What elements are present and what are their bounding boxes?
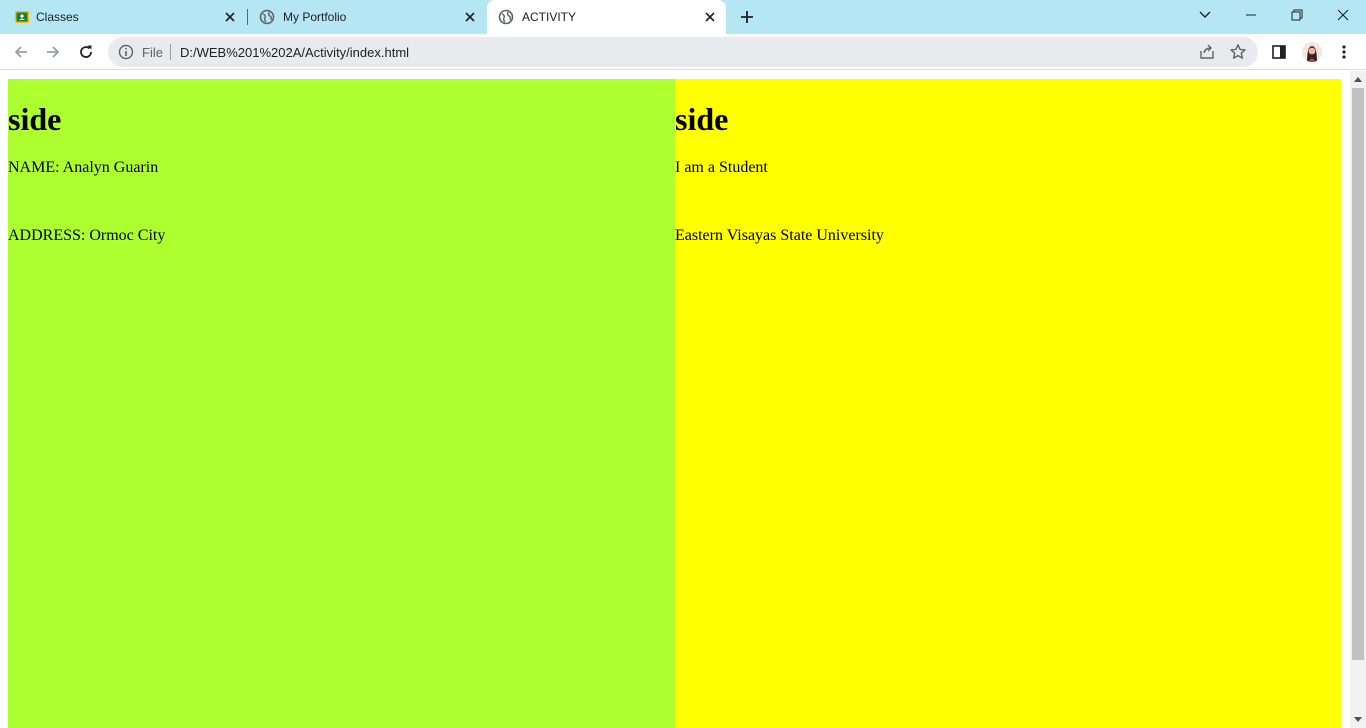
close-icon: [1337, 9, 1349, 21]
classroom-icon: [14, 9, 30, 25]
back-button[interactable]: [9, 40, 33, 64]
bookmark-star-icon[interactable]: [1229, 43, 1247, 61]
close-tab-icon[interactable]: [702, 9, 718, 25]
scroll-thumb[interactable]: [1352, 88, 1364, 660]
tab-title: My Portfolio: [283, 10, 347, 24]
divider: [170, 44, 171, 60]
new-tab-button[interactable]: [736, 6, 758, 28]
school-text: Eastern Visayas State University: [675, 227, 884, 244]
profile-avatar[interactable]: [1302, 42, 1322, 62]
left-heading: side: [8, 101, 62, 137]
restore-button[interactable]: [1274, 0, 1320, 30]
vertical-scrollbar[interactable]: [1350, 71, 1366, 728]
minimize-button[interactable]: [1228, 0, 1274, 30]
forward-arrow-icon: [47, 46, 60, 58]
scheme-label: File: [142, 45, 163, 60]
tab-title: ACTIVITY: [522, 10, 577, 24]
tab-title: Classes: [36, 10, 79, 24]
role-text: I am a Student: [675, 159, 768, 176]
restore-icon: [1291, 9, 1303, 21]
tab-activity[interactable]: ACTIVITY: [487, 0, 726, 34]
right-heading: side: [675, 101, 729, 137]
minimize-icon: [1246, 14, 1256, 16]
tab-search-button[interactable]: [1182, 0, 1228, 30]
menu-button[interactable]: [1332, 40, 1356, 64]
name-text: NAME: Analyn Guarin: [8, 159, 159, 176]
scroll-up-arrow[interactable]: [1354, 77, 1362, 82]
browser-toolbar: File D:/WEB%201%202A/Activity/index.html: [0, 34, 1366, 70]
side-panel-button[interactable]: [1267, 40, 1291, 64]
address-bar[interactable]: File D:/WEB%201%202A/Activity/index.html: [108, 37, 1258, 67]
chevron-down-icon: [1199, 11, 1211, 18]
left-side-panel: side NAME: Analyn Guarin ADDRESS: Ormoc …: [8, 79, 675, 728]
reload-icon: [80, 45, 92, 58]
close-tab-icon[interactable]: [222, 9, 238, 25]
globe-icon: [259, 9, 275, 25]
side-panel-icon: [1272, 45, 1286, 59]
close-tab-icon[interactable]: [462, 9, 478, 25]
kebab-menu-icon: [1342, 45, 1346, 59]
share-icon[interactable]: [1198, 43, 1216, 61]
tab-my-portfolio[interactable]: My Portfolio: [248, 0, 486, 34]
site-info-icon[interactable]: [118, 44, 134, 60]
url-text[interactable]: D:/WEB%201%202A/Activity/index.html: [180, 45, 409, 60]
tab-classes[interactable]: Classes: [0, 0, 246, 34]
page-viewport: side NAME: Analyn Guarin ADDRESS: Ormoc …: [0, 71, 1350, 728]
address-text: ADDRESS: Ormoc City: [8, 227, 166, 244]
right-side-panel: side I am a Student Eastern Visayas Stat…: [675, 79, 1341, 728]
close-window-button[interactable]: [1320, 0, 1366, 30]
tab-strip: Classes My Portfolio ACTIVITY: [0, 0, 1366, 34]
back-arrow-icon: [14, 46, 27, 58]
forward-button[interactable]: [41, 40, 65, 64]
scroll-down-arrow[interactable]: [1354, 717, 1362, 722]
reload-button[interactable]: [74, 40, 98, 64]
globe-icon: [498, 9, 514, 25]
